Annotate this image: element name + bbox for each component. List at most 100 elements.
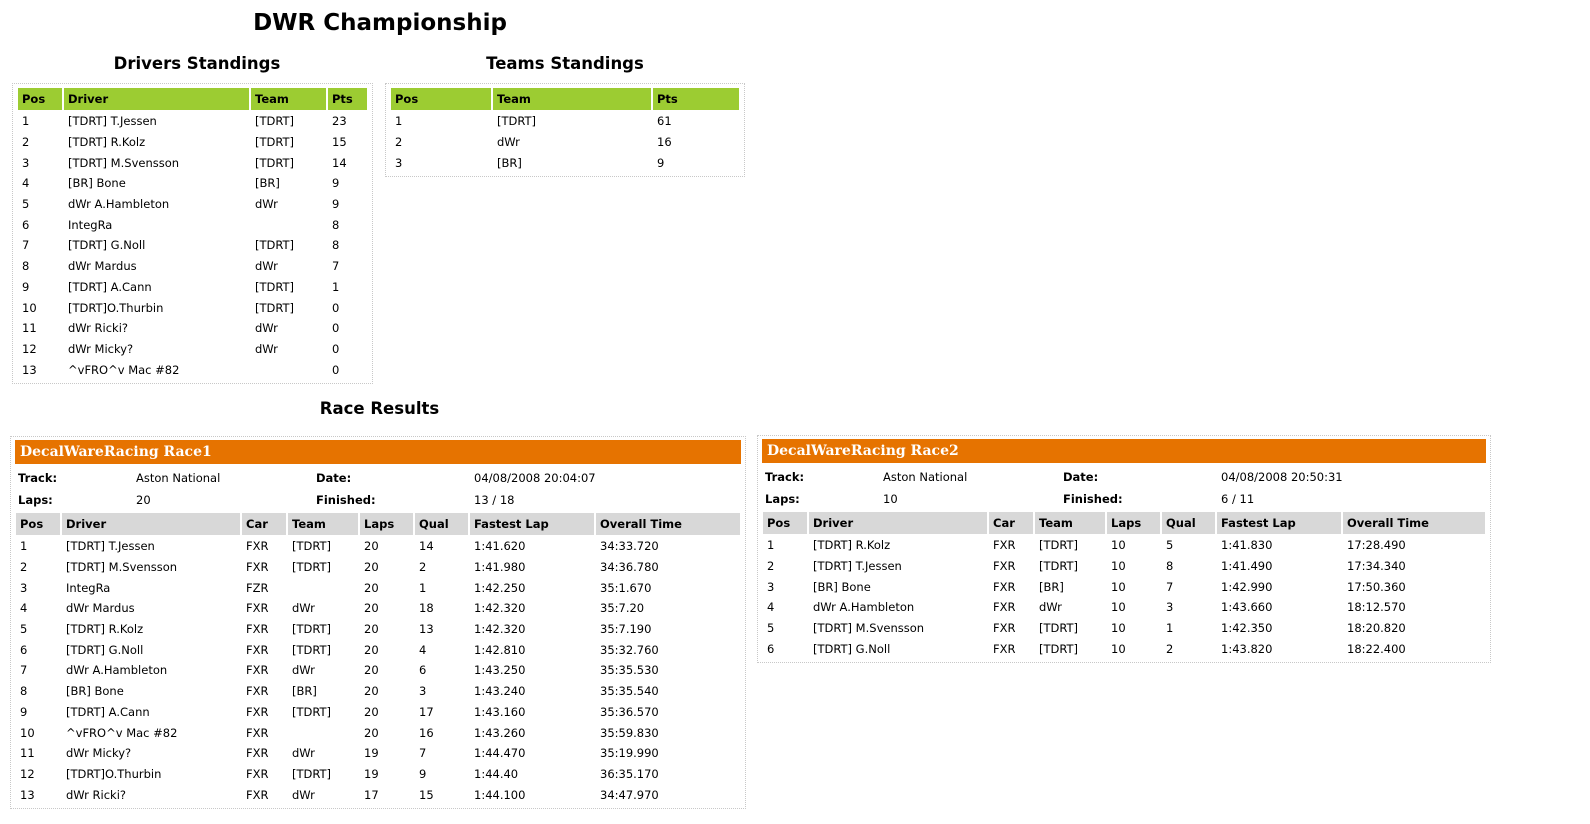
cell-team: [TDRT]	[292, 642, 332, 657]
column-header-fastest-lap: Fastest Lap	[1217, 512, 1341, 534]
cell-pts: 9	[657, 155, 665, 170]
cell-pos: 11	[20, 746, 35, 761]
table-row: 5 [TDRT] M.Svensson FXR [TDRT] 10 1 1:42.350 18…	[763, 619, 1485, 638]
table-row: 6 [TDRT] G.Noll FXR [TDRT] 10 2 1:43.820 18:22.…	[763, 639, 1485, 658]
date-value: 04/08/2008 20:04:07	[474, 471, 596, 485]
cell-car: FXR	[246, 787, 269, 802]
cell-team: [TDRT]	[292, 622, 332, 637]
cell-pts: 7	[332, 259, 340, 274]
cell-laps: 10	[1111, 621, 1126, 636]
cell-laps: 17	[364, 787, 379, 802]
cell-team: [TDRT]	[292, 704, 332, 719]
cell-car: FXR	[246, 622, 269, 637]
cell-driver: dWr A.Hambleton	[68, 197, 170, 212]
cell-laps: 10	[1111, 579, 1126, 594]
cell-fastest-lap: 1:43.240	[474, 684, 526, 699]
cell-qual: 7	[1166, 579, 1174, 594]
cell-overall-time: 17:50.360	[1347, 579, 1406, 594]
cell-team	[288, 578, 358, 597]
table-row: 3 [TDRT] M.Svensson [TDRT] 14	[18, 153, 367, 172]
cell-team	[288, 723, 358, 742]
cell-overall-time: 35:32.760	[600, 642, 659, 657]
cell-car: FXR	[246, 539, 269, 554]
table-row: 9 [TDRT] A.Cann [TDRT] 1	[18, 278, 367, 297]
table-row: 1 [TDRT] T.Jessen [TDRT] 23	[18, 112, 367, 131]
cell-qual: 2	[1166, 641, 1174, 656]
cell-team: dWr	[497, 135, 520, 150]
cell-team: [TDRT]	[255, 114, 295, 129]
cell-fastest-lap: 1:43.250	[474, 663, 526, 678]
cell-qual: 1	[419, 580, 427, 595]
cell-pos: 5	[767, 621, 775, 636]
cell-team: [TDRT]	[292, 539, 332, 554]
cell-pts: 0	[332, 341, 340, 356]
cell-overall-time: 35:36.570	[600, 704, 659, 719]
column-header-pts: Pts	[328, 88, 367, 110]
table-row: 12 dWr Micky? dWr 0	[18, 340, 367, 359]
cell-pos: 8	[20, 684, 28, 699]
cell-driver: [TDRT] T.Jessen	[66, 539, 155, 554]
cell-team: [TDRT]	[255, 155, 295, 170]
cell-pos: 2	[22, 135, 30, 150]
table-row: 1 [TDRT] R.Kolz FXR [TDRT] 10 5 1:41.830 17:28.…	[763, 536, 1485, 555]
cell-pts: 9	[332, 176, 340, 191]
cell-fastest-lap: 1:42.320	[474, 601, 526, 616]
cell-laps: 20	[364, 539, 379, 554]
table-row: 5 dWr A.Hambleton dWr 9	[18, 195, 367, 214]
column-header-pos: Pos	[391, 88, 491, 110]
cell-driver: dWr Ricki?	[66, 787, 127, 802]
table-row: 4 [BR] Bone [BR] 9	[18, 174, 367, 193]
cell-driver: [TDRT] G.Noll	[813, 641, 891, 656]
race-info: Track: Aston National Date: 04/08/2008 20:5…	[761, 466, 1487, 510]
cell-team: dWr	[292, 601, 315, 616]
cell-fastest-lap: 1:44.470	[474, 746, 526, 761]
cell-pts: 61	[657, 114, 672, 129]
cell-qual: 1	[1166, 621, 1174, 636]
cell-fastest-lap: 1:41.490	[1221, 559, 1273, 574]
cell-pos: 3	[22, 155, 30, 170]
cell-pos: 5	[22, 197, 30, 212]
track-label: Track:	[765, 470, 805, 484]
cell-pos: 6	[20, 642, 28, 657]
cell-car: FXR	[246, 601, 269, 616]
cell-overall-time: 35:35.530	[600, 663, 659, 678]
table-row: 2 dWr 16	[391, 133, 739, 152]
cell-driver: dWr A.Hambleton	[813, 600, 915, 615]
column-header-laps: Laps	[360, 513, 413, 535]
cell-fastest-lap: 1:42.990	[1221, 579, 1273, 594]
cell-team: [TDRT]	[255, 279, 295, 294]
cell-qual: 13	[419, 622, 434, 637]
cell-overall-time: 35:1.670	[600, 580, 652, 595]
column-header-qual: Qual	[415, 513, 468, 535]
table-row: 4 dWr A.Hambleton FXR dWr 10 3 1:43.660 18:12.5…	[763, 598, 1485, 617]
finished-value: 6 / 11	[1221, 492, 1255, 506]
table-row: 3 IntegRa FZR 20 1 1:42.250 35:1.670	[16, 578, 740, 597]
cell-laps: 19	[364, 766, 379, 781]
column-header-qual: Qual	[1162, 512, 1215, 534]
cell-laps: 20	[364, 704, 379, 719]
race-result-card-race2: DecalWareRacing Race2 Track: Aston Nationa…	[757, 435, 1491, 664]
cell-driver: [TDRT] M.Svensson	[813, 621, 925, 636]
cell-overall-time: 35:7.20	[600, 601, 645, 616]
table-row: 1 [TDRT] 61	[391, 112, 739, 131]
cell-team: dWr	[255, 197, 278, 212]
cell-qual: 15	[419, 787, 434, 802]
cell-fastest-lap: 1:44.100	[474, 787, 526, 802]
table-row: 7 [TDRT] G.Noll [TDRT] 8	[18, 236, 367, 255]
column-header-overall-time: Overall Time	[1343, 512, 1485, 534]
cell-pos: 10	[22, 300, 37, 315]
cell-qual: 7	[419, 746, 427, 761]
cell-car: FXR	[246, 560, 269, 575]
cell-pos: 2	[395, 135, 403, 150]
race-title-bar: DecalWareRacing Race2	[762, 439, 1486, 463]
cell-driver: dWr Micky?	[66, 746, 132, 761]
track-value: Aston National	[883, 470, 968, 484]
cell-laps: 20	[364, 601, 379, 616]
cell-fastest-lap: 1:41.620	[474, 539, 526, 554]
cell-fastest-lap: 1:42.350	[1221, 621, 1273, 636]
cell-laps: 19	[364, 746, 379, 761]
cell-pos: 4	[20, 601, 28, 616]
drivers-standings-panel: Pos Driver Team Pts 1 [TDRT] T.Jessen [TDRT] 2…	[12, 83, 373, 384]
cell-pos: 10	[20, 725, 35, 740]
column-header-team: Team	[493, 88, 651, 110]
